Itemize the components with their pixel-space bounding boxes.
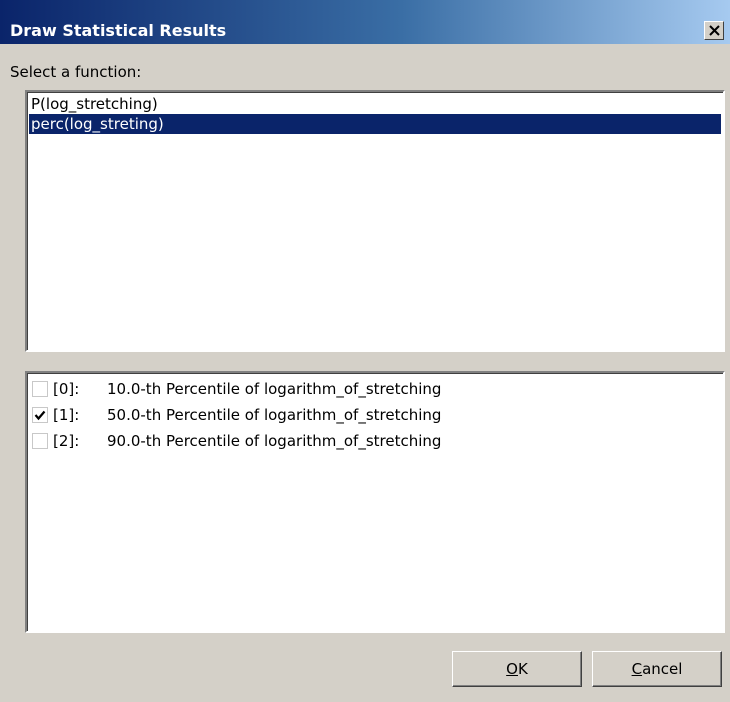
percentile-label: 90.0-th Percentile of logarithm_of_stret… bbox=[107, 432, 442, 450]
percentile-item[interactable]: [1]: 50.0-th Percentile of logarithm_of_… bbox=[32, 404, 712, 426]
function-item[interactable]: P(log_stretching) bbox=[29, 94, 721, 114]
percentile-index: [2]: bbox=[53, 432, 80, 450]
percentile-label: 50.0-th Percentile of logarithm_of_stret… bbox=[107, 406, 442, 424]
checkbox[interactable] bbox=[32, 381, 48, 397]
function-prompt-label: Select a function: bbox=[10, 63, 142, 81]
percentile-label: 10.0-th Percentile of logarithm_of_stret… bbox=[107, 380, 442, 398]
percentile-item[interactable]: [2]: 90.0-th Percentile of logarithm_of_… bbox=[32, 430, 712, 452]
close-button[interactable] bbox=[704, 21, 724, 40]
percentile-index: [1]: bbox=[53, 406, 80, 424]
title-bar[interactable]: Draw Statistical Results bbox=[0, 0, 730, 44]
checkbox[interactable] bbox=[32, 433, 48, 449]
function-item-selected[interactable]: perc(log_streting) bbox=[29, 114, 721, 134]
checkmark-icon bbox=[34, 410, 46, 421]
dialog-window: Draw Statistical Results Select a functi… bbox=[0, 0, 730, 702]
ok-button[interactable]: OK bbox=[452, 651, 582, 687]
close-icon bbox=[709, 25, 720, 36]
percentile-index: [0]: bbox=[53, 380, 80, 398]
percentile-item[interactable]: [0]: 10.0-th Percentile of logarithm_of_… bbox=[32, 378, 712, 400]
checkbox-checked[interactable] bbox=[32, 407, 48, 423]
percentile-checklist[interactable]: [0]: 10.0-th Percentile of logarithm_of_… bbox=[25, 371, 725, 633]
function-list[interactable]: P(log_stretching) perc(log_streting) bbox=[25, 90, 725, 352]
cancel-button[interactable]: Cancel bbox=[592, 651, 722, 687]
window-title: Draw Statistical Results bbox=[10, 21, 227, 40]
